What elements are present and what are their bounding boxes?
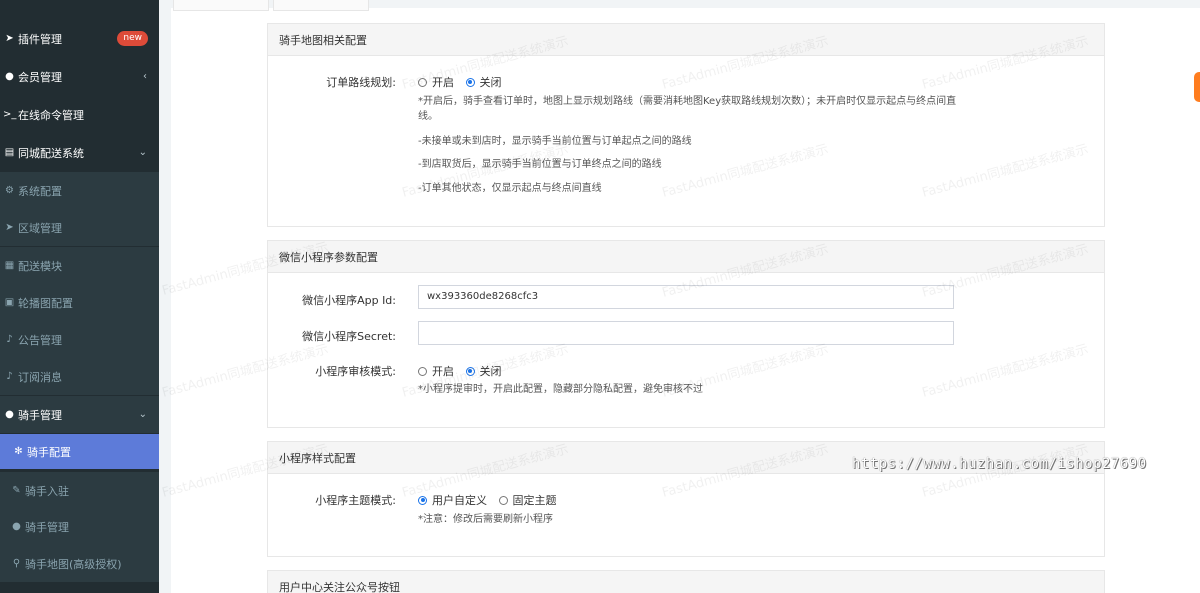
sidebar-item-rider-map[interactable]: ⚲ 骑手地图(高级授权) (0, 545, 159, 582)
audit-on-radio[interactable]: 开启 (418, 363, 454, 379)
sidebar-item-label: 骑手地图(高级授权) (25, 557, 122, 571)
audit-off-radio[interactable]: 关闭 (465, 363, 502, 379)
sidebar-item-rider-join[interactable]: ✎ 骑手入驻 (0, 472, 159, 509)
new-badge: new (117, 31, 148, 46)
rider-map-panel: 骑手地图相关配置 订单路线规划: 开启 关闭 *开启后，骑手查看订单时，地图上显… (267, 23, 1105, 227)
sidebar-item-subscriptions[interactable]: ♪ 订阅消息 (0, 358, 159, 395)
chevron-down-icon: ⌄ (138, 147, 147, 158)
sidebar-item-label: 在线命令管理 (18, 108, 84, 122)
sidebar-item-label: 订阅消息 (18, 370, 62, 384)
panel-title: 微信小程序参数配置 (268, 241, 1104, 273)
sidebar-item-label: 骑手配置 (27, 445, 71, 459)
sidebar-item-label: 公告管理 (18, 333, 62, 347)
sidebar-item-members[interactable]: ● 会员管理 ‹ (0, 58, 159, 95)
sidebar-item-label: 配送模块 (18, 259, 62, 273)
sidebar-item-rider-list[interactable]: ● 骑手管理 (0, 508, 159, 545)
panel-title: 用户中心关注公众号按钮 (268, 571, 1104, 593)
floating-side-tab[interactable] (1194, 72, 1200, 102)
sidebar-item-label: 区域管理 (18, 221, 62, 235)
appid-label: 微信小程序App Id: (302, 294, 396, 307)
appid-input[interactable]: wx393360de8268cfc3 (418, 285, 954, 309)
sidebar-item-label: 系统配置 (18, 184, 62, 198)
theme-custom-radio[interactable]: 用户自定义 (418, 492, 487, 508)
route-planning-label: 订单路线规划: (326, 76, 396, 89)
sidebar-item-system-config[interactable]: ⚙ 系统配置 (0, 172, 159, 209)
url-overlay: https://www.huzhan.com/ishop27690 (852, 456, 1147, 472)
route-help-line-3: -到店取货后，显示骑手当前位置与订单终点之间的路线 (418, 159, 662, 170)
sidebar-item-label: 会员管理 (18, 70, 62, 84)
tab-1[interactable] (173, 0, 269, 11)
terminal-icon: >_ (3, 109, 17, 120)
user-circle-icon: ● (5, 71, 14, 82)
sidebar-item-region[interactable]: ➤ 区域管理 (0, 209, 159, 246)
route-planning-radios: 开启 关闭 (418, 74, 510, 90)
audit-help-text: *小程序提审时，开启此配置，隐藏部分隐私配置，避免审核不过 (418, 384, 703, 395)
gears-icon: ⚙ (5, 185, 14, 196)
sidebar-item-label: 骑手管理 (25, 520, 69, 534)
audit-mode-label: 小程序审核模式: (315, 365, 396, 378)
panel-title: 骑手地图相关配置 (268, 24, 1104, 56)
route-help-text: *开启后，骑手查看订单时，地图上显示规划路线（需要消耗地图Key获取路线规划次数… (418, 96, 957, 122)
chevron-down-icon: ⌄ (138, 409, 147, 420)
sidebar-item-announcements[interactable]: ♪ 公告管理 (0, 321, 159, 358)
image-icon: ▣ (4, 297, 15, 308)
secret-input[interactable] (418, 321, 954, 345)
sidebar-item-plugins[interactable]: ➤ 插件管理 new (0, 20, 159, 57)
user-circle-icon: ● (12, 521, 21, 532)
sidebar-item-label: 插件管理 (18, 32, 62, 46)
location-arrow-icon: ➤ (5, 222, 14, 233)
wechat-miniprogram-panel: 微信小程序参数配置 微信小程序App Id: wx393360de8268cfc… (267, 240, 1105, 428)
theme-mode-label: 小程序主题模式: (315, 494, 396, 507)
edit-icon: ✎ (12, 485, 21, 496)
main-content: 骑手地图相关配置 订单路线规划: 开启 关闭 *开启后，骑手查看订单时，地图上显… (159, 0, 1200, 593)
route-off-radio[interactable]: 关闭 (465, 74, 502, 90)
audit-mode-radios: 开启 关闭 (418, 363, 510, 379)
sidebar-item-rider-config[interactable]: ✻ 骑手配置 (0, 434, 159, 469)
sidebar: ➤ 插件管理 new ● 会员管理 ‹ >_ 在线命令管理 ▤ 同城配送系统 ⌄… (0, 0, 159, 593)
map-marker-icon: ⚲ (12, 558, 21, 569)
sidebar-item-carousel[interactable]: ▣ 轮播图配置 (0, 284, 159, 321)
rocket-icon: ➤ (5, 33, 14, 44)
tab-2[interactable] (273, 0, 369, 11)
top-tabs (173, 0, 369, 12)
chevron-left-icon: ‹ (143, 71, 147, 82)
route-on-radio[interactable]: 开启 (418, 74, 454, 90)
sidebar-item-label: 骑手入驻 (25, 484, 69, 498)
grid-icon: ▦ (4, 260, 15, 271)
sidebar-item-label: 同城配送系统 (18, 146, 84, 160)
follow-account-panel: 用户中心关注公众号按钮 (267, 570, 1105, 593)
theme-help-text: *注意：修改后需要刷新小程序 (418, 514, 553, 525)
theme-fixed-radio[interactable]: 固定主题 (498, 492, 557, 508)
sidebar-item-label: 骑手管理 (18, 408, 62, 422)
theme-mode-radios: 用户自定义 固定主题 (418, 492, 565, 508)
bell-icon: ♪ (6, 371, 13, 382)
sidebar-item-delivery-system[interactable]: ▤ 同城配送系统 ⌄ (0, 134, 159, 171)
gear-icon: ✻ (14, 446, 23, 457)
route-help-line-4: -订单其他状态，仅显示起点与终点间直线 (418, 183, 602, 194)
list-icon: ▤ (4, 147, 15, 158)
secret-label: 微信小程序Secret: (302, 330, 396, 343)
user-circle-icon: ● (5, 409, 14, 420)
sidebar-item-delivery-module[interactable]: ▦ 配送模块 (0, 247, 159, 284)
sidebar-item-rider-management[interactable]: ● 骑手管理 ⌄ (0, 396, 159, 433)
bell-icon: ♪ (6, 334, 13, 345)
sidebar-item-online-command[interactable]: >_ 在线命令管理 (0, 96, 159, 133)
route-help-line-2: -未接单或未到店时，显示骑手当前位置与订单起点之间的路线 (418, 136, 692, 147)
sidebar-item-label: 轮播图配置 (18, 296, 73, 310)
